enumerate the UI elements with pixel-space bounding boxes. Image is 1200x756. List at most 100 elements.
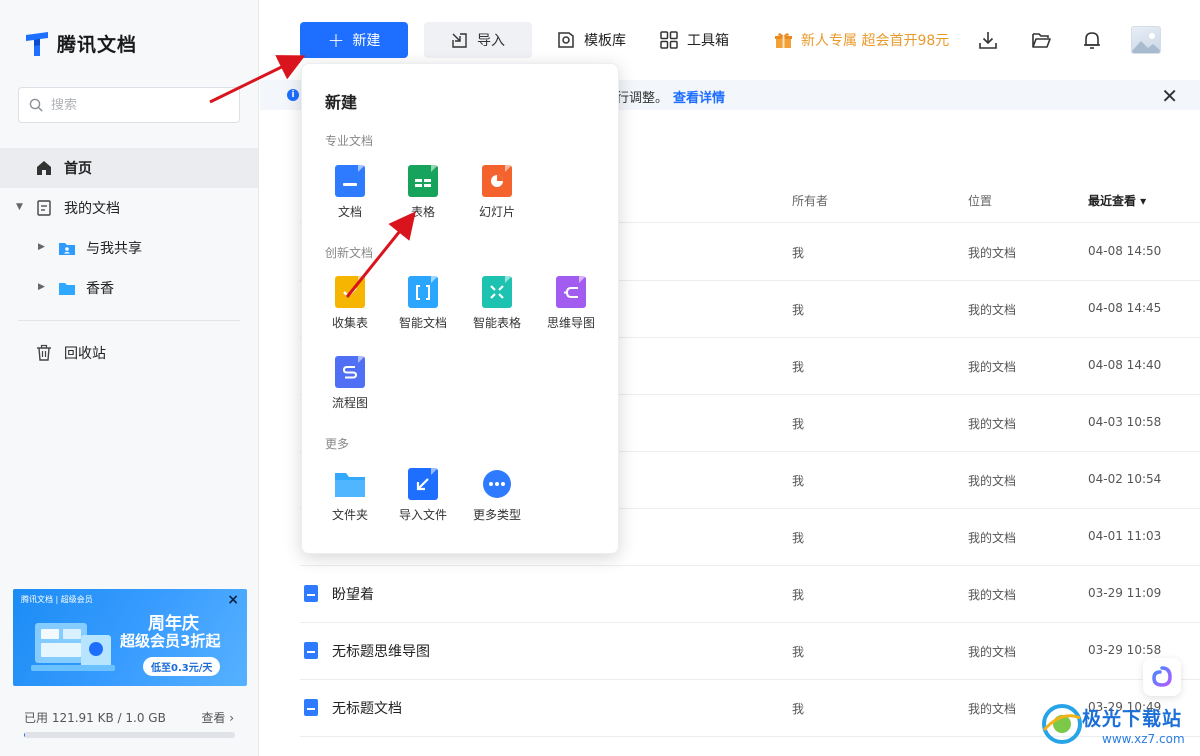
storage-view-link[interactable]: 查看 ›	[201, 709, 234, 726]
new-smart-doc-item[interactable]: 智能文档	[388, 276, 458, 331]
form-icon	[334, 276, 366, 308]
new-smart-sheet-item[interactable]: 智能表格	[462, 276, 532, 331]
menu-item-label: 智能表格	[472, 316, 521, 330]
sidebar-item-label: 我的文档	[64, 201, 120, 217]
sidebar-item-label: 首页	[64, 161, 92, 177]
assistant-button[interactable]	[1143, 658, 1181, 696]
templates-label: 模板库	[584, 33, 626, 49]
new-slides-item[interactable]: 幻灯片	[462, 165, 532, 220]
tencent-docs-logo-icon	[26, 31, 48, 56]
ai-assistant-icon	[1152, 666, 1172, 687]
new-mindmap-item[interactable]: 思维导图	[536, 276, 606, 331]
caret-right-icon[interactable]: ▶	[38, 282, 45, 292]
file-location: 我的文档	[968, 702, 1017, 716]
search-box[interactable]	[18, 87, 240, 123]
menu-item-label: 导入文件	[398, 508, 447, 522]
sidebar: 腾讯文档 首页 ▼ 我的文档 ▶ 与我共享 ▶	[0, 0, 259, 756]
file-location: 我的文档	[968, 360, 1017, 374]
toolbox-button[interactable]: 工具箱	[659, 30, 729, 50]
folder-open-icon[interactable]	[1031, 30, 1051, 50]
new-sheet-item[interactable]: 表格	[388, 165, 458, 220]
column-header-owner[interactable]: 所有者	[792, 192, 828, 209]
close-icon[interactable]: ×	[227, 592, 239, 608]
newcomer-promo-link[interactable]: 新人专属 超会首开98元	[774, 30, 949, 50]
column-header-recent-sort[interactable]: 最近查看 ▾	[1088, 192, 1146, 209]
smart-doc-icon	[407, 276, 439, 308]
shared-folder-icon	[59, 243, 75, 255]
flowchart-icon	[334, 356, 366, 388]
templates-button[interactable]: 模板库	[556, 30, 626, 50]
sidebar-item-label: 香香	[86, 281, 114, 297]
storage-usage: 已用 121.91 KB / 1.0 GB 查看 ›	[24, 709, 234, 726]
avatar[interactable]	[1131, 26, 1161, 54]
menu-item-label: 收集表	[331, 316, 368, 330]
sidebar-item-my-docs[interactable]: ▼ 我的文档	[0, 188, 258, 228]
section-label-innovative: 创新文档	[325, 246, 374, 260]
file-owner: 我	[792, 474, 805, 488]
file-last-viewed: 04-02 10:54	[1088, 472, 1162, 486]
menu-item-label: 流程图	[331, 396, 368, 410]
promo-price-pill: 低至0.3元/天	[143, 657, 221, 676]
more-types-item[interactable]: 更多类型	[462, 468, 532, 523]
search-input[interactable]	[51, 97, 221, 113]
menu-item-label: 更多类型	[472, 508, 521, 522]
app-logo[interactable]: 腾讯文档	[24, 30, 137, 57]
notice-details-link[interactable]: 查看详情	[673, 87, 725, 106]
caret-right-icon[interactable]: ▶	[38, 242, 45, 252]
slides-icon	[481, 165, 513, 197]
storage-progress-bar	[24, 732, 235, 738]
new-doc-item[interactable]: 文档	[315, 165, 385, 220]
file-last-viewed: 04-08 14:50	[1088, 244, 1162, 258]
newcomer-promo-label: 新人专属 超会首开98元	[801, 33, 950, 49]
folder-icon	[334, 468, 366, 500]
app-name: 腾讯文档	[57, 34, 138, 56]
sidebar-item-trash[interactable]: 回收站	[0, 333, 258, 373]
new-flowchart-item[interactable]: 流程图	[315, 356, 385, 411]
caret-down-icon[interactable]: ▼	[16, 202, 23, 212]
menu-item-label: 智能文档	[398, 316, 447, 330]
promo-brand: 腾讯文档 | 超级会员	[21, 595, 93, 604]
file-owner: 我	[792, 360, 805, 374]
new-button[interactable]: + 新建	[300, 22, 408, 58]
file-owner: 我	[792, 645, 805, 659]
import-file-item[interactable]: 导入文件	[388, 468, 458, 523]
bell-icon[interactable]	[1082, 30, 1102, 50]
home-icon	[37, 161, 51, 175]
doc-file-icon	[304, 585, 318, 602]
download-icon[interactable]	[978, 30, 998, 50]
watermark-url: www.xz7.com	[1102, 732, 1185, 746]
toolbox-grid-icon	[660, 31, 678, 49]
sidebar-item-home[interactable]: 首页	[0, 148, 258, 188]
my-docs-icon	[37, 200, 51, 216]
menu-item-label: 幻灯片	[478, 205, 515, 219]
column-header-location[interactable]: 位置	[968, 192, 992, 209]
sidebar-item-shared-with-me[interactable]: ▶ 与我共享	[0, 228, 258, 268]
menu-item-label: 文件夹	[331, 508, 368, 522]
folder-icon	[59, 283, 75, 295]
promo-banner[interactable]: 腾讯文档 | 超级会员 × 周年庆 超级会员3折起 低至0.3元/天	[13, 589, 247, 686]
table-row[interactable]: 盼望着 我 我的文档 03-29 11:09	[300, 565, 1200, 622]
new-form-item[interactable]: 收集表	[315, 276, 385, 331]
sidebar-divider	[18, 320, 240, 321]
file-name: 无标题思维导图	[332, 644, 430, 660]
import-button[interactable]: 导入	[424, 22, 532, 58]
promo-subtitle: 超级会员3折起	[120, 632, 221, 650]
table-row[interactable]: 无标题思维导图 我 我的文档 03-29 10:58	[300, 622, 1200, 679]
sidebar-item-folder-xiangxiang[interactable]: ▶ 香香	[0, 268, 258, 308]
sidebar-item-label: 回收站	[64, 346, 106, 362]
mindmap-icon	[555, 276, 587, 308]
trash-icon	[37, 344, 51, 361]
smart-sheet-icon	[481, 276, 513, 308]
menu-item-label: 文档	[337, 205, 362, 219]
new-folder-item[interactable]: 文件夹	[315, 468, 385, 523]
new-button-label: 新建	[352, 33, 381, 49]
storage-text: 已用 121.91 KB / 1.0 GB	[24, 711, 166, 725]
file-name: 无标题文档	[332, 701, 402, 717]
doc-icon	[334, 165, 366, 197]
file-location: 我的文档	[968, 303, 1017, 317]
search-icon	[29, 98, 43, 112]
close-icon[interactable]: ✕	[1161, 84, 1178, 108]
menu-title: 新建	[325, 93, 358, 112]
storage-progress-fill	[24, 732, 26, 738]
file-last-viewed: 04-03 10:58	[1088, 415, 1162, 429]
